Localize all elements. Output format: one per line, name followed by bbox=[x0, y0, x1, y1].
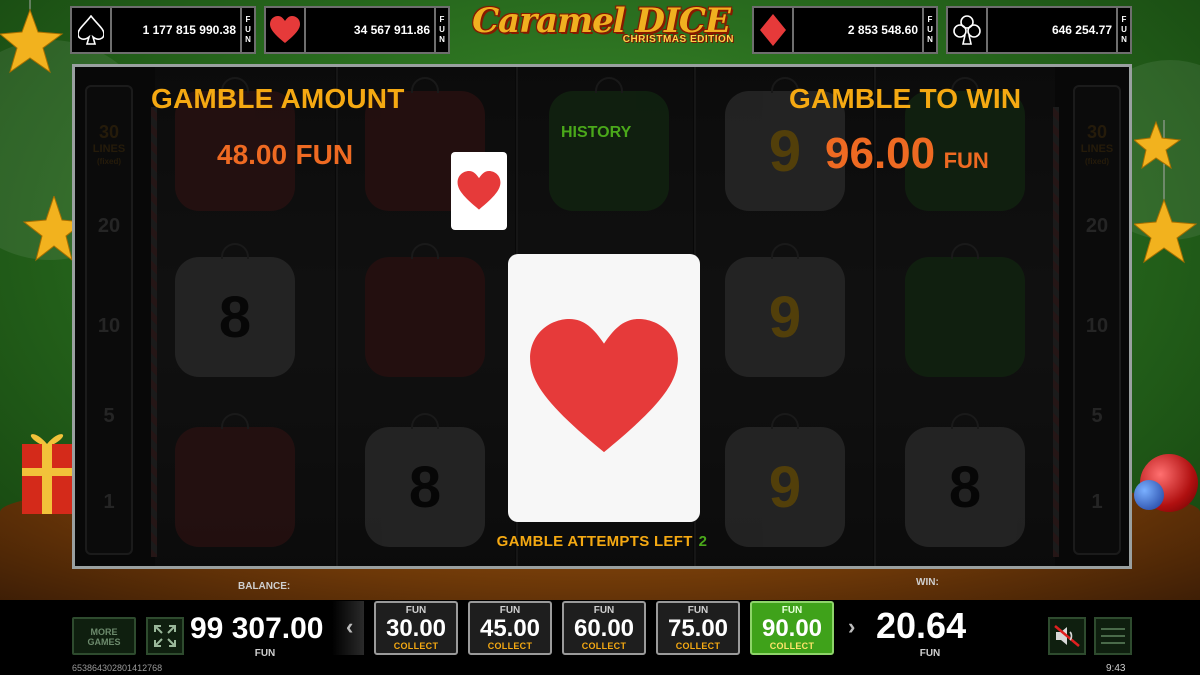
bet-value: 75.00 bbox=[667, 615, 729, 642]
heart-icon bbox=[457, 171, 501, 210]
gamble-amount-currency: FUN bbox=[295, 139, 354, 170]
jackpot-currency: FUN bbox=[434, 8, 448, 52]
gamble-to-win-label: GAMBLE TO WIN bbox=[789, 83, 1022, 114]
spade-icon bbox=[72, 8, 112, 52]
collect-label: COLLECT bbox=[769, 641, 815, 651]
club-icon bbox=[948, 8, 988, 52]
heart-icon bbox=[266, 8, 306, 52]
bet-value: 30.00 bbox=[385, 615, 447, 642]
collect-label: COLLECT bbox=[487, 641, 533, 651]
gamble-card[interactable] bbox=[508, 254, 700, 522]
jackpot-currency: FUN bbox=[1116, 8, 1130, 52]
clock: 9:43 bbox=[1106, 663, 1126, 674]
balance-value: 99 307.00 bbox=[190, 612, 324, 645]
speaker-muted-icon bbox=[1054, 625, 1080, 647]
bet-value: 90.00 bbox=[761, 615, 823, 642]
chevron-left-icon[interactable]: ‹ bbox=[346, 614, 353, 640]
more-games-button[interactable]: MORE GAMES bbox=[72, 617, 136, 655]
jackpot-currency: FUN bbox=[240, 8, 254, 52]
expand-icon bbox=[154, 625, 176, 647]
gamble-to-win: 96.00 FUN bbox=[825, 129, 989, 179]
history-label: HISTORY bbox=[561, 124, 632, 141]
gold-star-ornament bbox=[0, 0, 64, 90]
win-value: 20.64 bbox=[876, 605, 967, 646]
win-label: WIN: bbox=[916, 577, 939, 588]
gamble-to-win-currency: FUN bbox=[943, 148, 989, 173]
gamble-amount-value: 48.00 bbox=[217, 139, 288, 170]
jackpot-value: 34 567 911.86 bbox=[353, 23, 430, 37]
win-currency: FUN bbox=[919, 648, 941, 659]
history-card-heart bbox=[451, 152, 507, 230]
collect-label: COLLECT bbox=[393, 641, 439, 651]
gamble-attempts: GAMBLE ATTEMPTS LEFT 2 bbox=[75, 533, 1129, 550]
jackpot-diamond: 2 853 548.60 FUN bbox=[752, 6, 938, 54]
jackpot-value: 646 254.77 bbox=[1051, 23, 1112, 37]
gamble-attempts-count: 2 bbox=[698, 533, 708, 550]
gamble-to-win-value: 96.00 bbox=[825, 129, 936, 178]
gold-star-ornament bbox=[1134, 120, 1200, 280]
game-logo: Caramel DICE CHRISTMAS EDITION bbox=[462, 2, 740, 58]
gift-box-icon bbox=[16, 424, 72, 524]
jackpot-value: 1 177 815 990.38 bbox=[142, 23, 236, 37]
balance-label: BALANCE: bbox=[238, 581, 291, 592]
jackpot-club: 646 254.77 FUN bbox=[946, 6, 1132, 54]
menu-icon bbox=[1101, 628, 1125, 630]
jackpot-heart: 34 567 911.86 FUN bbox=[264, 6, 450, 54]
diamond-icon bbox=[754, 8, 794, 52]
heart-icon bbox=[530, 319, 678, 453]
collect-button-60[interactable]: FUN 60.00 COLLECT bbox=[562, 601, 646, 655]
jackpot-value: 2 853 548.60 bbox=[847, 23, 918, 37]
collect-button-30[interactable]: FUN 30.00 COLLECT bbox=[374, 601, 458, 655]
collect-button-90[interactable]: FUN 90.00 COLLECT bbox=[750, 601, 834, 655]
gamble-amount: 48.00 FUN bbox=[217, 139, 353, 171]
sound-toggle-button[interactable] bbox=[1048, 617, 1086, 655]
balance-currency: FUN bbox=[254, 648, 276, 659]
gamble-screen: 30 LINES (fixed) 20 10 5 1 30 LINES (fix… bbox=[72, 64, 1132, 569]
fullscreen-button[interactable] bbox=[146, 617, 184, 655]
jackpot-spade: 1 177 815 990.38 FUN bbox=[70, 6, 256, 54]
chevron-right-icon[interactable]: › bbox=[848, 614, 855, 640]
blue-bauble-ornament bbox=[1134, 480, 1164, 510]
bet-value: 45.00 bbox=[479, 615, 541, 642]
menu-button[interactable] bbox=[1094, 617, 1132, 655]
session-id: 653864302801412768 bbox=[72, 663, 163, 673]
collect-label: COLLECT bbox=[581, 641, 627, 651]
collect-button-45[interactable]: FUN 45.00 COLLECT bbox=[468, 601, 552, 655]
gold-star-ornament bbox=[14, 196, 74, 306]
collect-button-75[interactable]: FUN 75.00 COLLECT bbox=[656, 601, 740, 655]
gamble-attempts-label: GAMBLE ATTEMPTS LEFT bbox=[496, 533, 693, 550]
collect-label: COLLECT bbox=[675, 641, 721, 651]
bet-value: 60.00 bbox=[573, 615, 635, 642]
jackpot-currency: FUN bbox=[922, 8, 936, 52]
gamble-amount-label: GAMBLE AMOUNT bbox=[151, 83, 405, 114]
